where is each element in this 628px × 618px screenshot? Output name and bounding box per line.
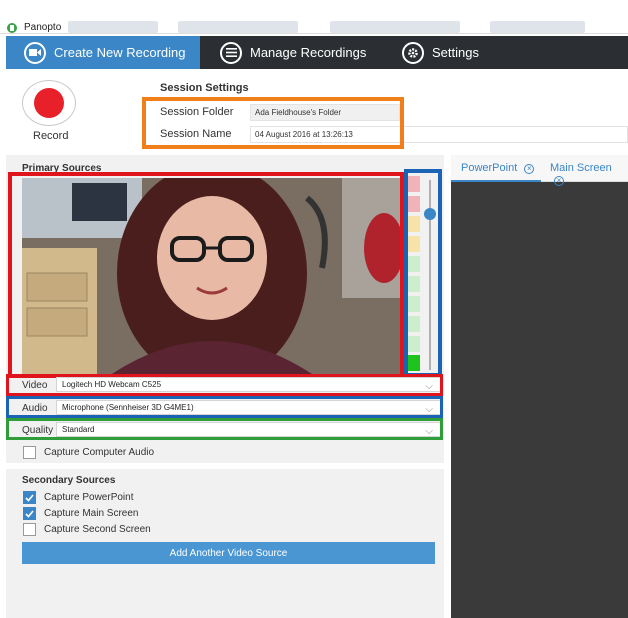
close-icon[interactable]: × (524, 164, 535, 174)
blurred-browser-tab (490, 21, 585, 33)
secondary-sources-heading: Secondary Sources (22, 475, 116, 486)
tab-label: PowerPoint (461, 162, 518, 174)
capture-main-screen-checkbox[interactable] (23, 507, 36, 520)
tab-manage-recordings[interactable]: Manage Recordings (220, 36, 390, 69)
section-separator (6, 463, 444, 469)
tab-label: Create New Recording (54, 45, 186, 60)
blurred-browser-tab (68, 21, 158, 33)
session-highlight-box (142, 97, 404, 149)
capture-second-screen-checkbox[interactable] (23, 523, 36, 536)
preview-tabs: PowerPoint × Main Screen × (451, 155, 628, 186)
tab-label: Main Screen (550, 162, 612, 174)
gear-icon (402, 41, 424, 64)
blurred-browser-tab (178, 21, 298, 33)
active-tab-indicator (451, 180, 541, 182)
quality-dropdown-highlight-box (6, 418, 443, 440)
session-settings-heading: Session Settings (160, 82, 249, 94)
capture-computer-audio-option[interactable]: Capture Computer Audio (23, 446, 154, 459)
close-icon[interactable]: × (554, 176, 564, 186)
title-bar: Panopto (0, 0, 628, 34)
tab-main-screen[interactable]: Main Screen × (550, 162, 628, 186)
capture-computer-audio-checkbox[interactable] (23, 446, 36, 459)
audio-meter-highlight-box (404, 169, 442, 377)
checkmark-icon (25, 509, 34, 518)
preview-panel (451, 155, 628, 618)
list-icon (220, 41, 242, 64)
main-nav: Create New Recording Manage Recordings S… (6, 36, 628, 69)
blurred-browser-tab (330, 21, 460, 33)
tab-label: Manage Recordings (250, 45, 367, 60)
capture-second-screen-label: Capture Second Screen (44, 524, 151, 535)
record-dot-icon (34, 88, 64, 118)
audio-dropdown-highlight-box (6, 396, 443, 418)
tab-create-new-recording[interactable]: Create New Recording (6, 36, 200, 69)
add-video-source-button[interactable]: Add Another Video Source (22, 542, 435, 564)
tab-powerpoint[interactable]: PowerPoint × (461, 162, 535, 174)
capture-powerpoint-checkbox[interactable] (23, 491, 36, 504)
checkmark-icon (25, 493, 34, 502)
video-camera-icon (24, 41, 46, 64)
video-highlight-box (8, 172, 404, 378)
capture-computer-audio-label: Capture Computer Audio (44, 447, 155, 458)
capture-second-screen-option[interactable]: Capture Second Screen (23, 523, 151, 536)
app-title: Panopto (24, 22, 62, 33)
capture-main-screen-option[interactable]: Capture Main Screen (23, 507, 139, 520)
record-label: Record (33, 130, 69, 142)
record-button[interactable] (22, 80, 76, 126)
panopto-logo-icon (7, 23, 17, 33)
tab-label: Settings (432, 45, 479, 60)
video-dropdown-highlight-box (6, 374, 443, 396)
tab-settings[interactable]: Settings (402, 36, 522, 69)
capture-powerpoint-option[interactable]: Capture PowerPoint (23, 491, 134, 504)
capture-powerpoint-label: Capture PowerPoint (44, 492, 134, 503)
capture-main-screen-label: Capture Main Screen (44, 508, 139, 519)
